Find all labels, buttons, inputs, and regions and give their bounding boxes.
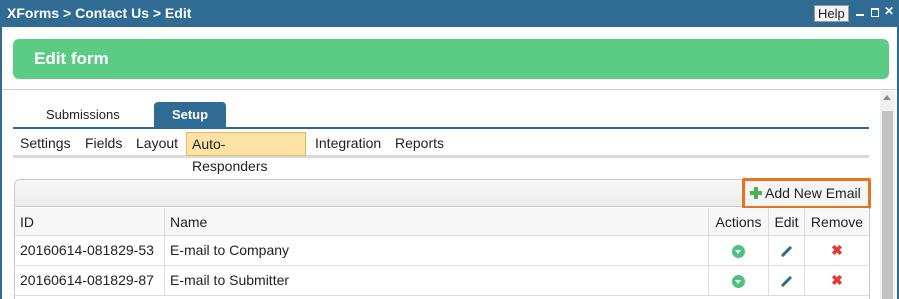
maximize-icon[interactable] [870, 7, 880, 17]
subnav-fields[interactable]: Fields [82, 132, 125, 156]
help-button[interactable]: Help [814, 5, 849, 22]
minimize-icon[interactable] [855, 7, 865, 17]
plus-icon [750, 187, 762, 199]
add-new-email-label: Add New Email [765, 185, 861, 201]
subnav-integration[interactable]: Integration [312, 132, 384, 156]
row-edit-cell [769, 236, 805, 265]
page-banner: Edit form [13, 39, 889, 79]
divider [2, 89, 897, 90]
subnav-settings[interactable]: Settings [17, 132, 74, 156]
subnav-reports[interactable]: Reports [392, 132, 447, 156]
row-edit-cell [769, 266, 805, 295]
breadcrumb: XForms > Contact Us > Edit [7, 5, 192, 21]
tab-submissions[interactable]: Submissions [32, 102, 134, 128]
pencil-icon[interactable] [780, 275, 793, 287]
table-row: 20160614-081829-53 E-mail to Company ✖ [15, 236, 869, 266]
auto-responders-panel: Add New Email ID Name Actions Edit Remov… [14, 178, 871, 299]
row-name: E-mail to Submitter [165, 266, 709, 295]
column-header-id[interactable]: ID [15, 208, 165, 235]
pencil-icon[interactable] [780, 245, 793, 257]
scroll-up-arrow-icon[interactable] [883, 95, 891, 100]
row-remove-cell: ✖ [805, 266, 869, 295]
column-header-name[interactable]: Name [165, 208, 709, 235]
page-title: Edit form [34, 49, 109, 68]
column-header-edit: Edit [769, 208, 805, 235]
dropdown-icon[interactable] [732, 274, 745, 288]
remove-icon[interactable]: ✖ [831, 272, 843, 288]
setup-subnav: Settings Fields Layout Auto-Responders I… [13, 129, 869, 174]
subnav-layout[interactable]: Layout [133, 132, 181, 156]
subnav-auto-responders[interactable]: Auto-Responders [186, 132, 306, 174]
window-titlebar: XForms > Contact Us > Edit Help ✕ [0, 0, 899, 27]
add-new-email-button[interactable]: Add New Email [742, 178, 871, 209]
remove-icon[interactable]: ✖ [831, 242, 843, 258]
window-content: Edit form Submissions Setup Settings Fie… [0, 27, 899, 299]
column-header-actions: Actions [709, 208, 769, 235]
row-remove-cell: ✖ [805, 236, 869, 265]
table-row: 20160614-081829-87 E-mail to Submitter ✖ [15, 266, 869, 296]
scrollbar-thumb[interactable] [882, 111, 893, 299]
row-name: E-mail to Company [165, 236, 709, 265]
row-id: 20160614-081829-87 [15, 266, 165, 295]
row-actions-cell [709, 266, 769, 295]
tab-setup[interactable]: Setup [154, 102, 226, 128]
row-id: 20160614-081829-53 [15, 236, 165, 265]
row-actions-cell [709, 236, 769, 265]
column-header-remove: Remove [810, 214, 864, 230]
dropdown-icon[interactable] [732, 244, 745, 258]
close-icon[interactable]: ✕ [884, 5, 894, 17]
table-header: ID Name Actions Edit Remove [15, 208, 869, 236]
panel-toolbar: Add New Email [15, 178, 871, 209]
